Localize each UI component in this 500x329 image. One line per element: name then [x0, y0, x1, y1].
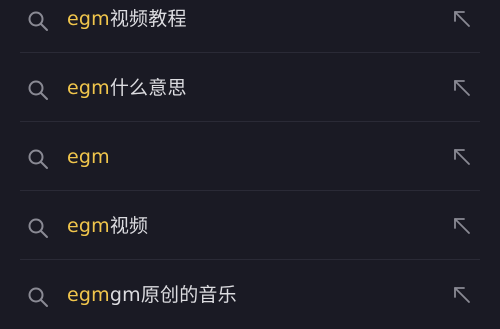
suggestion-text: egm视频教程 — [67, 5, 187, 33]
suggestion-text: egmgm原创的音乐 — [67, 281, 237, 309]
suggestion-rest: gm原创的音乐 — [109, 284, 237, 306]
suggestion-text: egm — [67, 143, 110, 171]
search-icon — [28, 287, 48, 307]
search-icon — [28, 218, 48, 238]
search-icon — [28, 80, 48, 100]
suggestion-match: egm — [67, 215, 110, 237]
search-suggestion-list: egm视频教程 egm什么意思 egm egm视频 egmgm原创的音乐 — [0, 0, 500, 329]
suggestion-text: egm什么意思 — [67, 74, 187, 102]
arrow-up-left-icon[interactable] — [452, 78, 472, 98]
suggestion-row[interactable]: egm视频教程 — [0, 0, 500, 53]
search-icon — [28, 11, 48, 31]
suggestion-match: egm — [67, 77, 110, 99]
suggestion-rest: 什么意思 — [109, 77, 187, 99]
suggestion-match: egm — [67, 8, 110, 30]
suggestion-row[interactable]: egm视频 — [0, 191, 500, 260]
arrow-up-left-icon[interactable] — [452, 216, 472, 236]
suggestion-rest: 视频 — [109, 215, 149, 237]
arrow-up-left-icon[interactable] — [452, 285, 472, 305]
search-icon — [28, 149, 48, 169]
arrow-up-left-icon[interactable] — [452, 147, 472, 167]
suggestion-row[interactable]: egm — [0, 122, 500, 191]
suggestion-match: egm — [67, 284, 110, 306]
suggestion-text: egm视频 — [67, 212, 148, 240]
suggestion-row[interactable]: egmgm原创的音乐 — [0, 260, 500, 329]
arrow-up-left-icon[interactable] — [452, 9, 472, 29]
suggestion-rest: 视频教程 — [109, 8, 187, 30]
suggestion-match: egm — [67, 146, 110, 168]
suggestion-row[interactable]: egm什么意思 — [0, 53, 500, 122]
